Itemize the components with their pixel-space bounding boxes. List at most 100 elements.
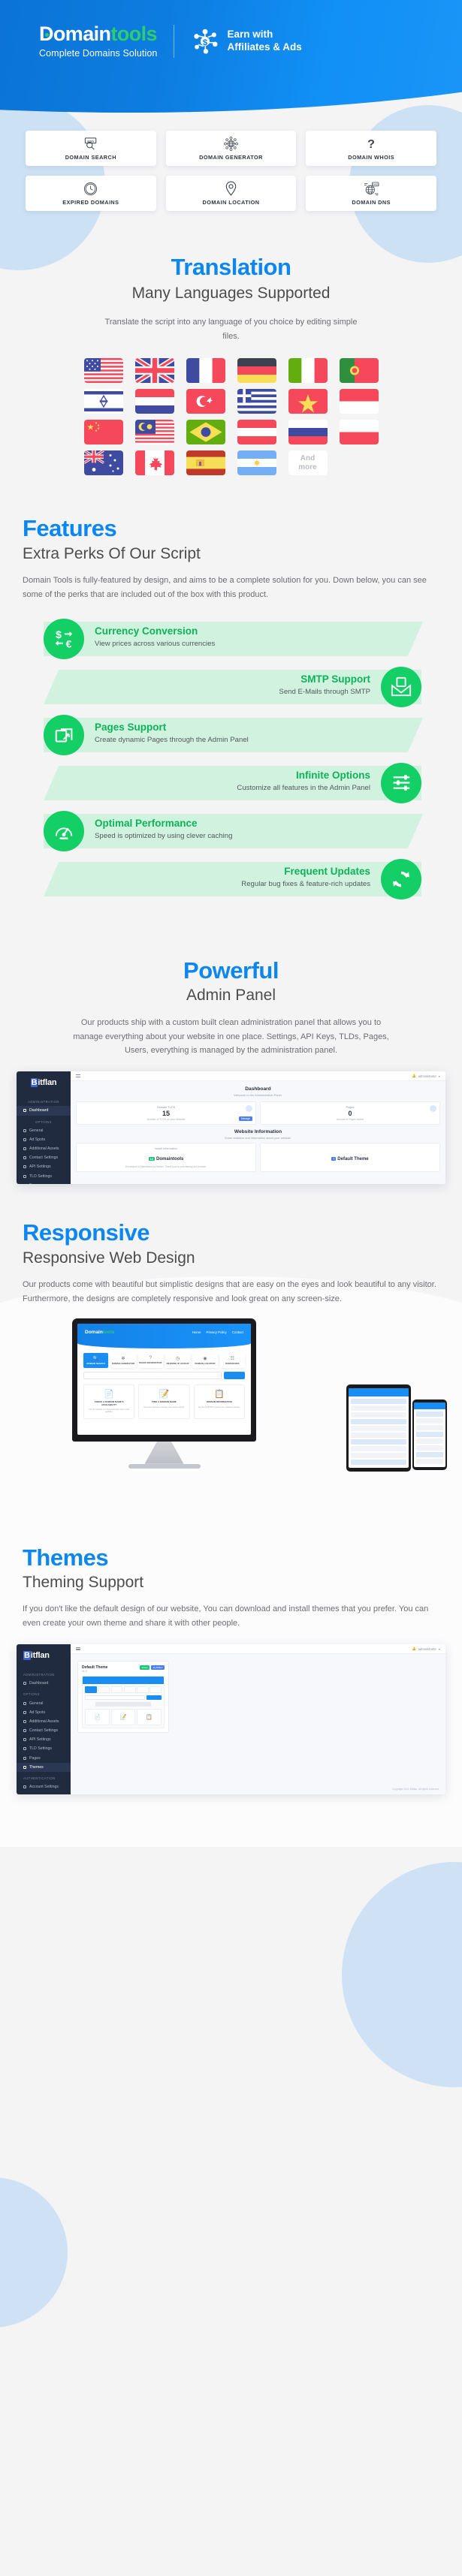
sidebar-item-general[interactable]: General [17, 1698, 71, 1707]
tool-label: DOMAIN LOCATION [202, 198, 260, 206]
api-icon [23, 1738, 26, 1742]
tool-card-domain-search[interactable]: www DOMAIN SEARCH [26, 131, 156, 166]
hamburger-icon[interactable] [76, 1647, 80, 1651]
tool-card-domain-generator[interactable]: DOMAIN GENERATOR [165, 131, 297, 166]
site-tool-domain-location[interactable]: ◉ DOMAIN LOCATION [192, 1352, 218, 1368]
bell-icon[interactable]: 🔔 [412, 1074, 415, 1078]
sidebar-item-additional-assets[interactable]: Additional Assets [17, 1144, 71, 1153]
sidebar-item-additional-assets[interactable]: Additional Assets [17, 1717, 71, 1726]
sidebar-item-tld-settings[interactable]: TLD Settings [17, 1171, 71, 1180]
code-icon [23, 1146, 26, 1150]
feature-item-infinite-options[interactable]: Infinite Options Customize all features … [23, 762, 439, 803]
responsive-section: Responsive Responsive Web Design Our pro… [0, 1220, 462, 1306]
features-title: Features [23, 515, 117, 542]
flag-china [83, 420, 123, 445]
sidebar-group-options: Options [35, 1119, 52, 1124]
chevron-down-icon: ▾ [438, 1647, 440, 1651]
dashboard-icon [23, 1109, 26, 1113]
site-card: 📋 DOMAIN INFORMATION See the full WHOIS re… [193, 1384, 245, 1419]
feature-item-frequent-updates[interactable]: Frequent Updates Regular bug fixes & fea… [23, 858, 439, 899]
stat-value: 15 [162, 1109, 170, 1117]
sidebar-item-contact-settings[interactable]: Contact Settings [17, 1726, 71, 1735]
refresh-cycle-icon [381, 858, 421, 899]
api-icon [23, 1165, 26, 1169]
sidebar-item-general[interactable]: General [17, 1126, 71, 1135]
tool-card-expired-domains[interactable]: EXPIRED DOMAINS [26, 176, 156, 211]
tool-card-domain-location[interactable]: DOMAIN LOCATION [165, 176, 297, 211]
svg-text:$: $ [203, 38, 208, 47]
theme-active-badge: Active [140, 1665, 150, 1671]
tool-label: DOMAIN GENERATOR [199, 153, 263, 161]
feature-item-optimal-performance[interactable]: Optimal Performance Speed is optimized b… [23, 810, 439, 851]
globe-network-icon: ✻ [121, 1356, 125, 1361]
user-icon [23, 1785, 26, 1789]
flag-netherlands [134, 389, 174, 414]
admin-user-menu[interactable]: 🔔 administrator ▾ [412, 1647, 440, 1651]
site-card: 📄 CHECK A DOMAIN NAME'S AVAILABILITY Find … [83, 1384, 135, 1419]
globe-icon [23, 1128, 26, 1132]
feature-title: Optimal Performance [95, 817, 198, 829]
sidebar-item-themes[interactable]: Themes [17, 1762, 71, 1772]
theme-author-badge: By Bitflan [151, 1665, 165, 1671]
admin-title: Powerful [183, 957, 279, 984]
brand-tagline: Complete Domains Solution [39, 48, 158, 59]
tool-card-domain-dns[interactable]: DNS DOMAIN DNS [306, 176, 436, 211]
feature-title: Pages Support [95, 721, 167, 733]
themes-main: 🔔 administrator ▾ Default Theme v1.0 Activ… [71, 1644, 445, 1795]
sidebar-item-ad-spots[interactable]: Ad Spots [17, 1135, 71, 1144]
ad-icon [23, 1137, 26, 1141]
phone-mockup [412, 1399, 447, 1470]
sidebar-item-dashboard[interactable]: Dashboard [17, 1106, 71, 1116]
theme-card-default[interactable]: Default Theme v1.0 Active By Bitflan 📄 📝… [77, 1661, 169, 1734]
responsive-paragraph: Our products come with beautiful but sim… [23, 1279, 436, 1303]
themes-title: Themes [23, 1544, 109, 1571]
chevron-down-icon: ▾ [438, 1074, 440, 1078]
search-input[interactable] [83, 1371, 222, 1379]
sidebar-item-account-settings[interactable]: Account Settings [17, 1782, 71, 1791]
sidebar-item-ad-spots[interactable]: Ad Spots [17, 1708, 71, 1717]
speedometer-icon [44, 810, 84, 851]
active-theme-name: Default Theme [337, 1156, 369, 1161]
site-tool-domain-generator[interactable]: ✻ DOMAIN GENERATOR [110, 1352, 136, 1368]
feature-item-smtp-support[interactable]: SMTP Support Send E-Mails through SMTP [23, 666, 439, 707]
svg-text:DNS: DNS [373, 182, 379, 185]
sidebar-item-api-settings[interactable]: API Settings [17, 1162, 71, 1171]
clock-icon: ◷ [176, 1356, 180, 1361]
site-tool-domain-dns[interactable]: ☷ DOMAIN DNS [219, 1352, 245, 1368]
manage-button[interactable]: Manage [238, 1116, 252, 1122]
stat-badge-icon [430, 1104, 436, 1112]
flag-spain [186, 450, 225, 476]
search-button[interactable] [224, 1371, 245, 1379]
tool-card-domain-whois[interactable]: ? DOMAIN WHOIS [306, 131, 436, 166]
sidebar-item-dashboard[interactable]: Dashboard [17, 1679, 71, 1688]
nav-link-contact[interactable]: Contact [232, 1330, 243, 1334]
flag-canada [134, 450, 174, 476]
install-info-panel: Install Information 1.0 Domaintools Devel… [76, 1142, 256, 1173]
flag-france [186, 358, 225, 384]
translation-paragraph: Translate the script into any language o… [104, 317, 358, 341]
site-tool-whois[interactable]: ? WHOIS INFORMATION [137, 1352, 163, 1368]
nav-link-home[interactable]: Home [192, 1330, 201, 1334]
sidebar-item-api-settings[interactable]: API Settings [17, 1735, 71, 1744]
feature-desc: Send E-Mails through SMTP [279, 687, 370, 696]
tablet-navbar [349, 1387, 409, 1396]
feature-item-pages-support[interactable]: Pages Support Create dynamic Pages throu… [23, 714, 439, 755]
hamburger-icon[interactable] [76, 1074, 80, 1078]
sidebar-item-tld-settings[interactable]: TLD Settings [17, 1744, 71, 1753]
sidebar-item-contact-settings[interactable]: Contact Settings [17, 1153, 71, 1162]
bell-icon[interactable]: 🔔 [412, 1647, 415, 1651]
feature-item-currency-conversion[interactable]: $ € Currency Conversion View prices acro… [23, 618, 439, 659]
code-icon [23, 1719, 26, 1723]
device-mockups: Domaintools Home Privacy Policy Contact … [0, 1318, 462, 1506]
admin-user-menu[interactable]: 🔔 administrator ▾ [412, 1074, 440, 1078]
nav-link-privacy[interactable]: Privacy Policy [207, 1330, 227, 1334]
site-tool-domain-search[interactable]: 🔍 DOMAIN SEARCH [83, 1352, 109, 1368]
admin-paragraph: Our products ship with a custom built cl… [73, 1017, 389, 1056]
site-tool-reverse-ip[interactable]: ◷ REVERSE IP LOOKUP [165, 1352, 191, 1368]
desktop-mockup: Domaintools Home Privacy Policy Contact … [72, 1318, 256, 1469]
sidebar-item-pages[interactable]: Pages [17, 1181, 71, 1185]
stat-sub: Number of TLDS on your Website [146, 1118, 186, 1122]
sidebar-item-pages[interactable]: Pages [17, 1754, 71, 1763]
brand-main: omain [53, 23, 111, 45]
tool-label: DOMAIN DNS [352, 198, 391, 206]
